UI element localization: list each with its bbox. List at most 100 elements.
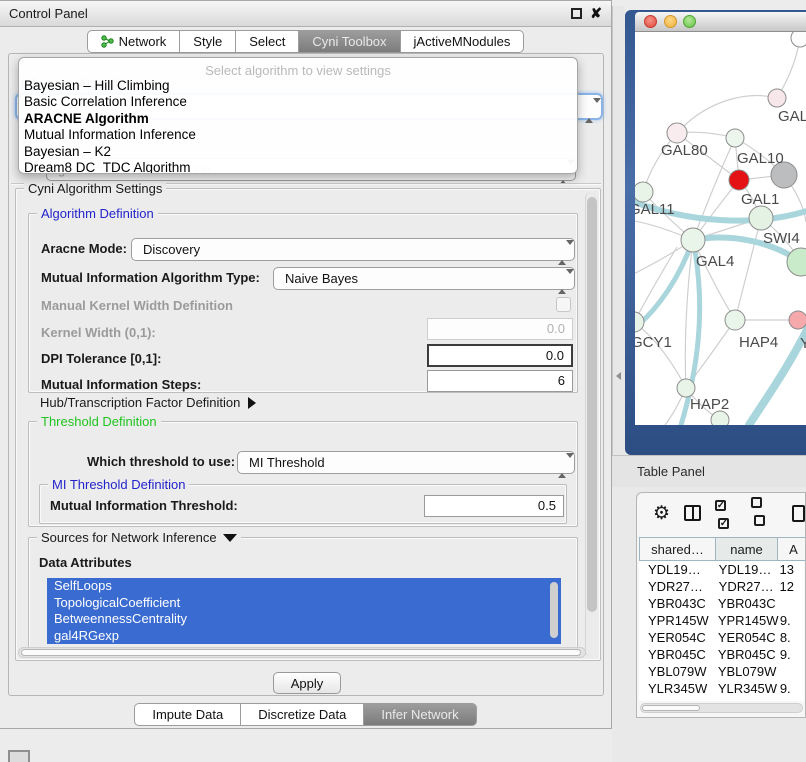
- mi-steps-field[interactable]: 6: [427, 370, 573, 392]
- column-header-shared[interactable]: shared…: [639, 537, 715, 561]
- network-graph: GAL GAL80 GAL10 GAL1 GAL11 SWI4 GAL4 GCY…: [635, 32, 806, 425]
- tab-impute-data[interactable]: Impute Data: [134, 703, 240, 726]
- manual-kernel-checkbox[interactable]: [556, 297, 571, 312]
- network-node-partial-top[interactable]: [791, 32, 806, 47]
- tab-select[interactable]: Select: [235, 30, 298, 53]
- node-label: HAP2: [690, 396, 729, 413]
- data-attributes-list[interactable]: SelfLoops TopologicalCoefficient Between…: [47, 578, 561, 644]
- network-node-HAP2[interactable]: [677, 379, 695, 397]
- dpi-tolerance-field[interactable]: 0.0: [427, 344, 573, 367]
- popup-item-dream8[interactable]: Dream8 DC_TDC Algorithm: [19, 160, 577, 174]
- table-row[interactable]: YBR045C YBR045C 9.: [639, 646, 804, 663]
- which-threshold-combo[interactable]: MI Threshold: [237, 451, 575, 474]
- table-rows: YDL19… YDL19… 13 YDR27… YDR27… 12 YBR043…: [639, 561, 804, 701]
- algorithm-definition-frame: Algorithm Definition Aracne Mode: Discov…: [28, 213, 578, 393]
- attributes-scrollbar-thumb[interactable]: [550, 582, 558, 638]
- mi-algorithm-type-combo[interactable]: Naive Bayes: [273, 267, 575, 290]
- network-node-GAL1[interactable]: [729, 170, 749, 190]
- settings-scrollbar-thumb[interactable]: [587, 197, 597, 612]
- table-row[interactable]: YLR345W YLR345W 9.: [639, 680, 804, 697]
- network-node-SWI4[interactable]: [749, 206, 773, 230]
- list-item[interactable]: BetweennessCentrality: [47, 611, 561, 628]
- minimize-traffic-icon[interactable]: [664, 15, 677, 28]
- cell-shared: YLR345W: [639, 680, 713, 697]
- cell-value: 8.: [775, 629, 804, 646]
- table-row[interactable]: YER054C YER054C 8.: [639, 629, 804, 646]
- panel-collapse-arrow-icon[interactable]: [616, 372, 621, 380]
- list-item[interactable]: SelfLoops: [47, 578, 561, 595]
- list-item[interactable]: TopologicalCoefficient: [47, 595, 561, 612]
- mi-threshold-title: MI Threshold Definition: [48, 477, 189, 492]
- cyni-algorithm-settings-frame: Cyni Algorithm Settings Algorithm Defini…: [15, 188, 601, 661]
- control-panel-title: Control Panel: [9, 6, 88, 21]
- settings-hscrollbar[interactable]: [18, 647, 586, 658]
- table-row[interactable]: YDL19… YDL19… 13: [639, 561, 804, 578]
- tab-network[interactable]: Network: [87, 30, 180, 53]
- settings-hscrollbar-thumb[interactable]: [21, 649, 581, 656]
- combo-stepper-icon: [585, 100, 594, 121]
- panel-divider[interactable]: [612, 6, 625, 455]
- tab-label: Infer Network: [381, 704, 458, 725]
- table-row[interactable]: YDR27… YDR27… 12: [639, 578, 804, 595]
- mi-threshold-frame: MI Threshold Definition Mutual Informati…: [39, 484, 567, 524]
- network-node-GAL11[interactable]: [635, 182, 653, 202]
- deselect-all-icon[interactable]: [751, 495, 774, 531]
- new-table-icon[interactable]: [792, 505, 805, 522]
- tab-label: Cyni Toolbox: [312, 31, 386, 52]
- close-icon[interactable]: ✘: [590, 5, 602, 22]
- network-node-gal-partial[interactable]: [768, 89, 786, 107]
- table-hscrollbar-thumb[interactable]: [642, 705, 700, 711]
- network-node-GAL10[interactable]: [726, 129, 744, 147]
- network-node-HAP4[interactable]: [725, 310, 745, 330]
- cell-shared: YBL079W: [639, 663, 713, 680]
- network-node-bottom[interactable]: [711, 411, 729, 425]
- table-row[interactable]: YPR145W YPR145W 9.: [639, 612, 804, 629]
- hub-definition-expander[interactable]: Hub/Transcription Factor Definition: [40, 395, 256, 410]
- tab-infer-network[interactable]: Infer Network: [363, 703, 476, 726]
- table-row[interactable]: YBR043C YBR043C: [639, 595, 804, 612]
- node-label: GCY1: [635, 334, 672, 351]
- gear-icon[interactable]: ⚙: [653, 502, 670, 525]
- tab-jactivemnodules[interactable]: jActiveMNodules: [400, 30, 525, 53]
- cell-value: 12: [775, 578, 804, 595]
- network-node-salmon[interactable]: [789, 311, 806, 329]
- apply-button[interactable]: Apply: [273, 672, 341, 694]
- table-panel-card: ⚙ ✓✓ shared… name A YDL19… YDL19… 13 YDR…: [636, 492, 806, 718]
- select-all-icon[interactable]: ✓✓: [715, 495, 738, 531]
- mi-threshold-field[interactable]: 0.5: [424, 495, 564, 517]
- kernel-width-field[interactable]: 0.0: [427, 318, 573, 340]
- table-row[interactable]: YBL079W YBL079W: [639, 663, 804, 680]
- network-window-titlebar[interactable]: [635, 12, 806, 32]
- zoom-traffic-icon[interactable]: [683, 15, 696, 28]
- float-window-icon[interactable]: [571, 8, 582, 19]
- settings-scrollbar[interactable]: [585, 192, 598, 657]
- popup-item-mutual-information[interactable]: Mutual Information Inference: [19, 127, 577, 143]
- popup-item-bayesian-hill-climbing[interactable]: Bayesian – Hill Climbing: [19, 78, 577, 94]
- network-node-GAL80[interactable]: [667, 123, 687, 143]
- node-label: GAL10: [737, 150, 784, 167]
- cell-shared: YBR045C: [639, 646, 713, 663]
- popup-item-aracne[interactable]: ARACNE Algorithm: [19, 111, 577, 127]
- tab-cyni-toolbox[interactable]: Cyni Toolbox: [298, 30, 399, 53]
- column-header-partial[interactable]: A: [777, 537, 806, 561]
- sources-header[interactable]: Sources for Network Inference: [37, 530, 241, 545]
- cyni-bottom-tabs: Impute Data Discretize Data Infer Networ…: [0, 703, 611, 726]
- close-traffic-icon[interactable]: [644, 15, 657, 28]
- split-view-icon[interactable]: [684, 505, 701, 521]
- network-node-GAL4[interactable]: [681, 228, 705, 252]
- list-item[interactable]: gal4RGexp: [47, 628, 561, 645]
- aracne-mode-combo[interactable]: Discovery: [131, 238, 575, 261]
- tab-discretize-data[interactable]: Discretize Data: [240, 703, 363, 726]
- network-canvas[interactable]: GAL GAL80 GAL10 GAL1 GAL11 SWI4 GAL4 GCY…: [635, 32, 806, 425]
- kernel-width-value: 0.0: [547, 321, 565, 336]
- apply-label: Apply: [291, 676, 324, 691]
- network-node-labels: GAL GAL80 GAL10 GAL1 GAL11 SWI4 GAL4 GCY…: [635, 108, 806, 413]
- cell-value: 9.: [775, 612, 804, 629]
- algorithm-dropdown-popup: Select algorithm to view settings Bayesi…: [18, 57, 578, 174]
- popup-item-basic-correlation[interactable]: Basic Correlation Inference: [19, 94, 577, 110]
- column-header-name[interactable]: name: [715, 537, 777, 561]
- tab-style[interactable]: Style: [179, 30, 235, 53]
- table-row[interactable]: YIL052C YIL052C 9: [639, 697, 804, 701]
- table-hscrollbar[interactable]: [640, 703, 803, 713]
- popup-item-bayesian-k2[interactable]: Bayesian – K2: [19, 144, 577, 160]
